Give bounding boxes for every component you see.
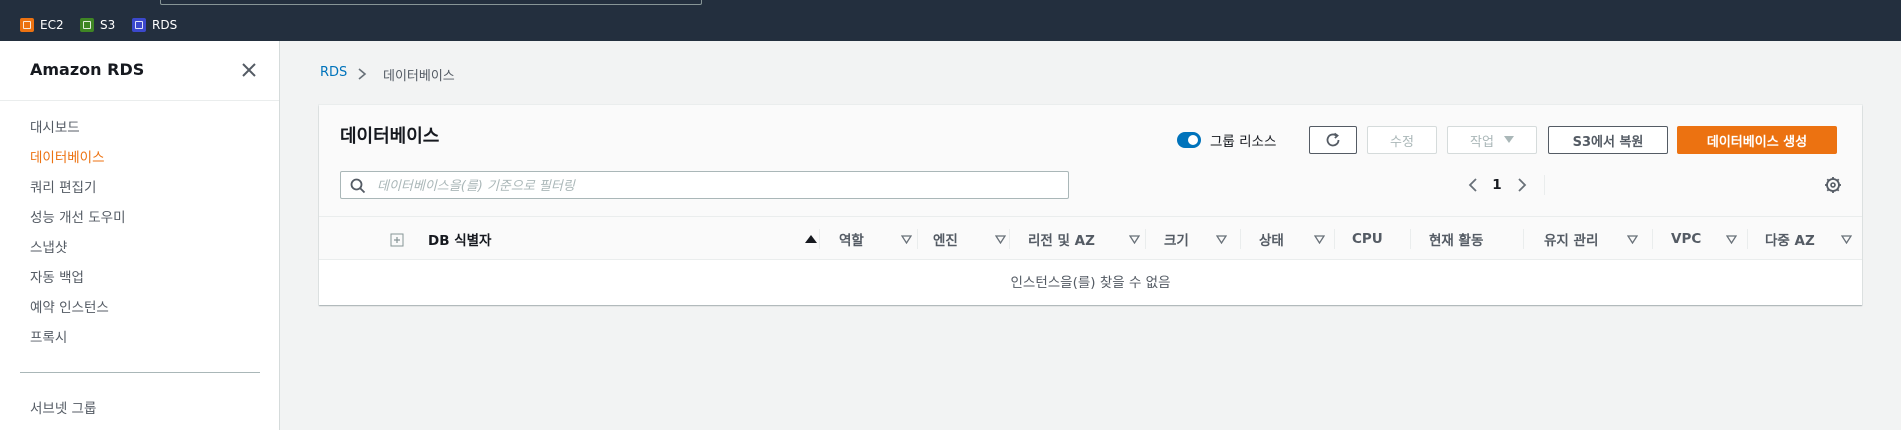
column-maintenance[interactable]: 유지 관리 [1544,217,1644,261]
breadcrumb-rds-link[interactable]: RDS [320,65,347,80]
sidebar: Amazon RDS 대시보드 데이터베이스 쿼리 편집기 성능 개선 도우미 … [0,41,280,430]
column-label: 엔진 [933,233,958,249]
sidebar-item-performance-insights[interactable]: 성능 개선 도우미 [30,206,126,226]
column-size[interactable]: 크기 [1164,217,1234,261]
settings-gear-icon[interactable] [1824,176,1842,194]
actions-dropdown[interactable]: 작업 [1447,126,1537,154]
column-engine[interactable]: 엔진 [933,217,1006,261]
next-page-button[interactable] [1515,177,1529,193]
sort-icon [1314,235,1325,244]
favorite-s3[interactable]: S3 [80,16,115,34]
sidebar-item-proxies[interactable]: 프록시 [30,326,67,346]
sort-icon [1129,235,1140,244]
column-role[interactable]: 역할 [839,217,912,261]
column-label: 크기 [1164,233,1189,249]
table-header-row: DB 식별자 역할 엔진 리전 및 AZ 크기 상태 CPU 현재 활동 유지 … [319,216,1862,260]
sidebar-item-automated-backups[interactable]: 자동 백업 [30,266,84,286]
favorite-rds[interactable]: RDS [132,16,177,34]
pagination-divider [1544,175,1545,195]
rds-icon [132,18,146,32]
chevron-right-icon [358,68,367,80]
sidebar-item-databases[interactable]: 데이터베이스 [30,146,105,166]
sidebar-item-snapshots[interactable]: 스냅샷 [30,236,67,256]
column-multi-az[interactable]: 다중 AZ [1765,217,1855,261]
previous-page-button[interactable] [1466,177,1480,193]
group-resources-toggle[interactable] [1177,132,1201,148]
sort-icon [1841,235,1852,244]
search-icon [350,178,366,194]
sort-icon [901,235,912,244]
column-divider [1410,229,1411,249]
close-icon [242,63,256,77]
column-label: 상태 [1259,233,1284,249]
column-label: CPU [1352,231,1383,247]
group-resources-label: 그룹 리소스 [1210,134,1277,150]
column-divider [1747,229,1748,249]
sidebar-item-subnet-groups[interactable]: 서브넷 그룹 [30,397,96,417]
column-vpc[interactable]: VPC [1671,217,1741,261]
modify-button[interactable]: 수정 [1367,126,1437,154]
column-divider [819,229,820,249]
column-divider [1240,229,1241,249]
s3-icon [80,18,94,32]
column-label: 유지 관리 [1544,233,1599,249]
sort-icon [1726,235,1737,244]
sort-icon [1216,235,1227,244]
sidebar-divider [20,372,260,373]
sidebar-item-query-editor[interactable]: 쿼리 편집기 [30,176,96,196]
ec2-icon [20,18,34,32]
column-label: DB 식별자 [428,233,492,249]
column-label: 다중 AZ [1765,233,1815,249]
column-status[interactable]: 상태 [1259,217,1329,261]
empty-table-message: 인스턴스을(를) 찾을 수 없음 [1010,275,1171,291]
sidebar-divider [0,100,279,101]
databases-panel: 데이터베이스 그룹 리소스 수정 작업 S3에서 복원 데이터베이스 생성 데이… [319,105,1862,305]
current-page-number[interactable]: 1 [1487,177,1507,193]
column-label: 역할 [839,233,864,249]
restore-from-s3-button[interactable]: S3에서 복원 [1548,126,1668,154]
column-divider [1009,229,1010,249]
column-divider [1145,229,1146,249]
caret-down-icon [1503,136,1514,143]
sort-icon [995,235,1006,244]
favorite-label: RDS [152,18,178,32]
top-navigation-bar: EC2 S3 RDS [0,0,1901,41]
close-sidebar-button[interactable] [238,59,260,81]
actions-label: 작업 [1470,134,1494,150]
refresh-button[interactable] [1309,126,1357,154]
service-search-box[interactable] [160,0,702,5]
refresh-icon [1326,132,1340,147]
sidebar-item-reserved-instances[interactable]: 예약 인스턴스 [30,296,109,316]
expand-all-button[interactable] [390,233,404,247]
column-divider [1523,229,1524,249]
column-label: 리전 및 AZ [1028,233,1095,249]
favorite-label: S3 [100,18,116,32]
breadcrumb-current: 데이터베이스 [383,69,455,84]
column-label: VPC [1671,231,1702,247]
column-divider [1652,229,1653,249]
sort-ascending-icon [805,235,817,243]
column-label: 현재 활동 [1429,233,1484,249]
filter-databases-field[interactable] [340,171,1069,199]
create-database-button[interactable]: 데이터베이스 생성 [1677,126,1837,154]
favorite-label: EC2 [40,18,64,32]
panel-title: 데이터베이스 [340,126,440,147]
panel-header: 데이터베이스 그룹 리소스 수정 작업 S3에서 복원 데이터베이스 생성 데이… [319,105,1862,216]
column-region-az[interactable]: 리전 및 AZ [1028,217,1148,261]
sidebar-item-dashboard[interactable]: 대시보드 [30,116,80,136]
filter-databases-input[interactable] [375,175,1059,197]
sort-icon [1627,235,1638,244]
column-divider [917,229,918,249]
favorite-ec2[interactable]: EC2 [20,16,64,34]
column-divider [1334,229,1335,249]
column-cpu: CPU [1352,217,1412,261]
column-db-identifier[interactable]: DB 식별자 [428,217,817,261]
column-current-activity: 현재 활동 [1429,217,1509,261]
sidebar-title: Amazon RDS [30,60,145,79]
